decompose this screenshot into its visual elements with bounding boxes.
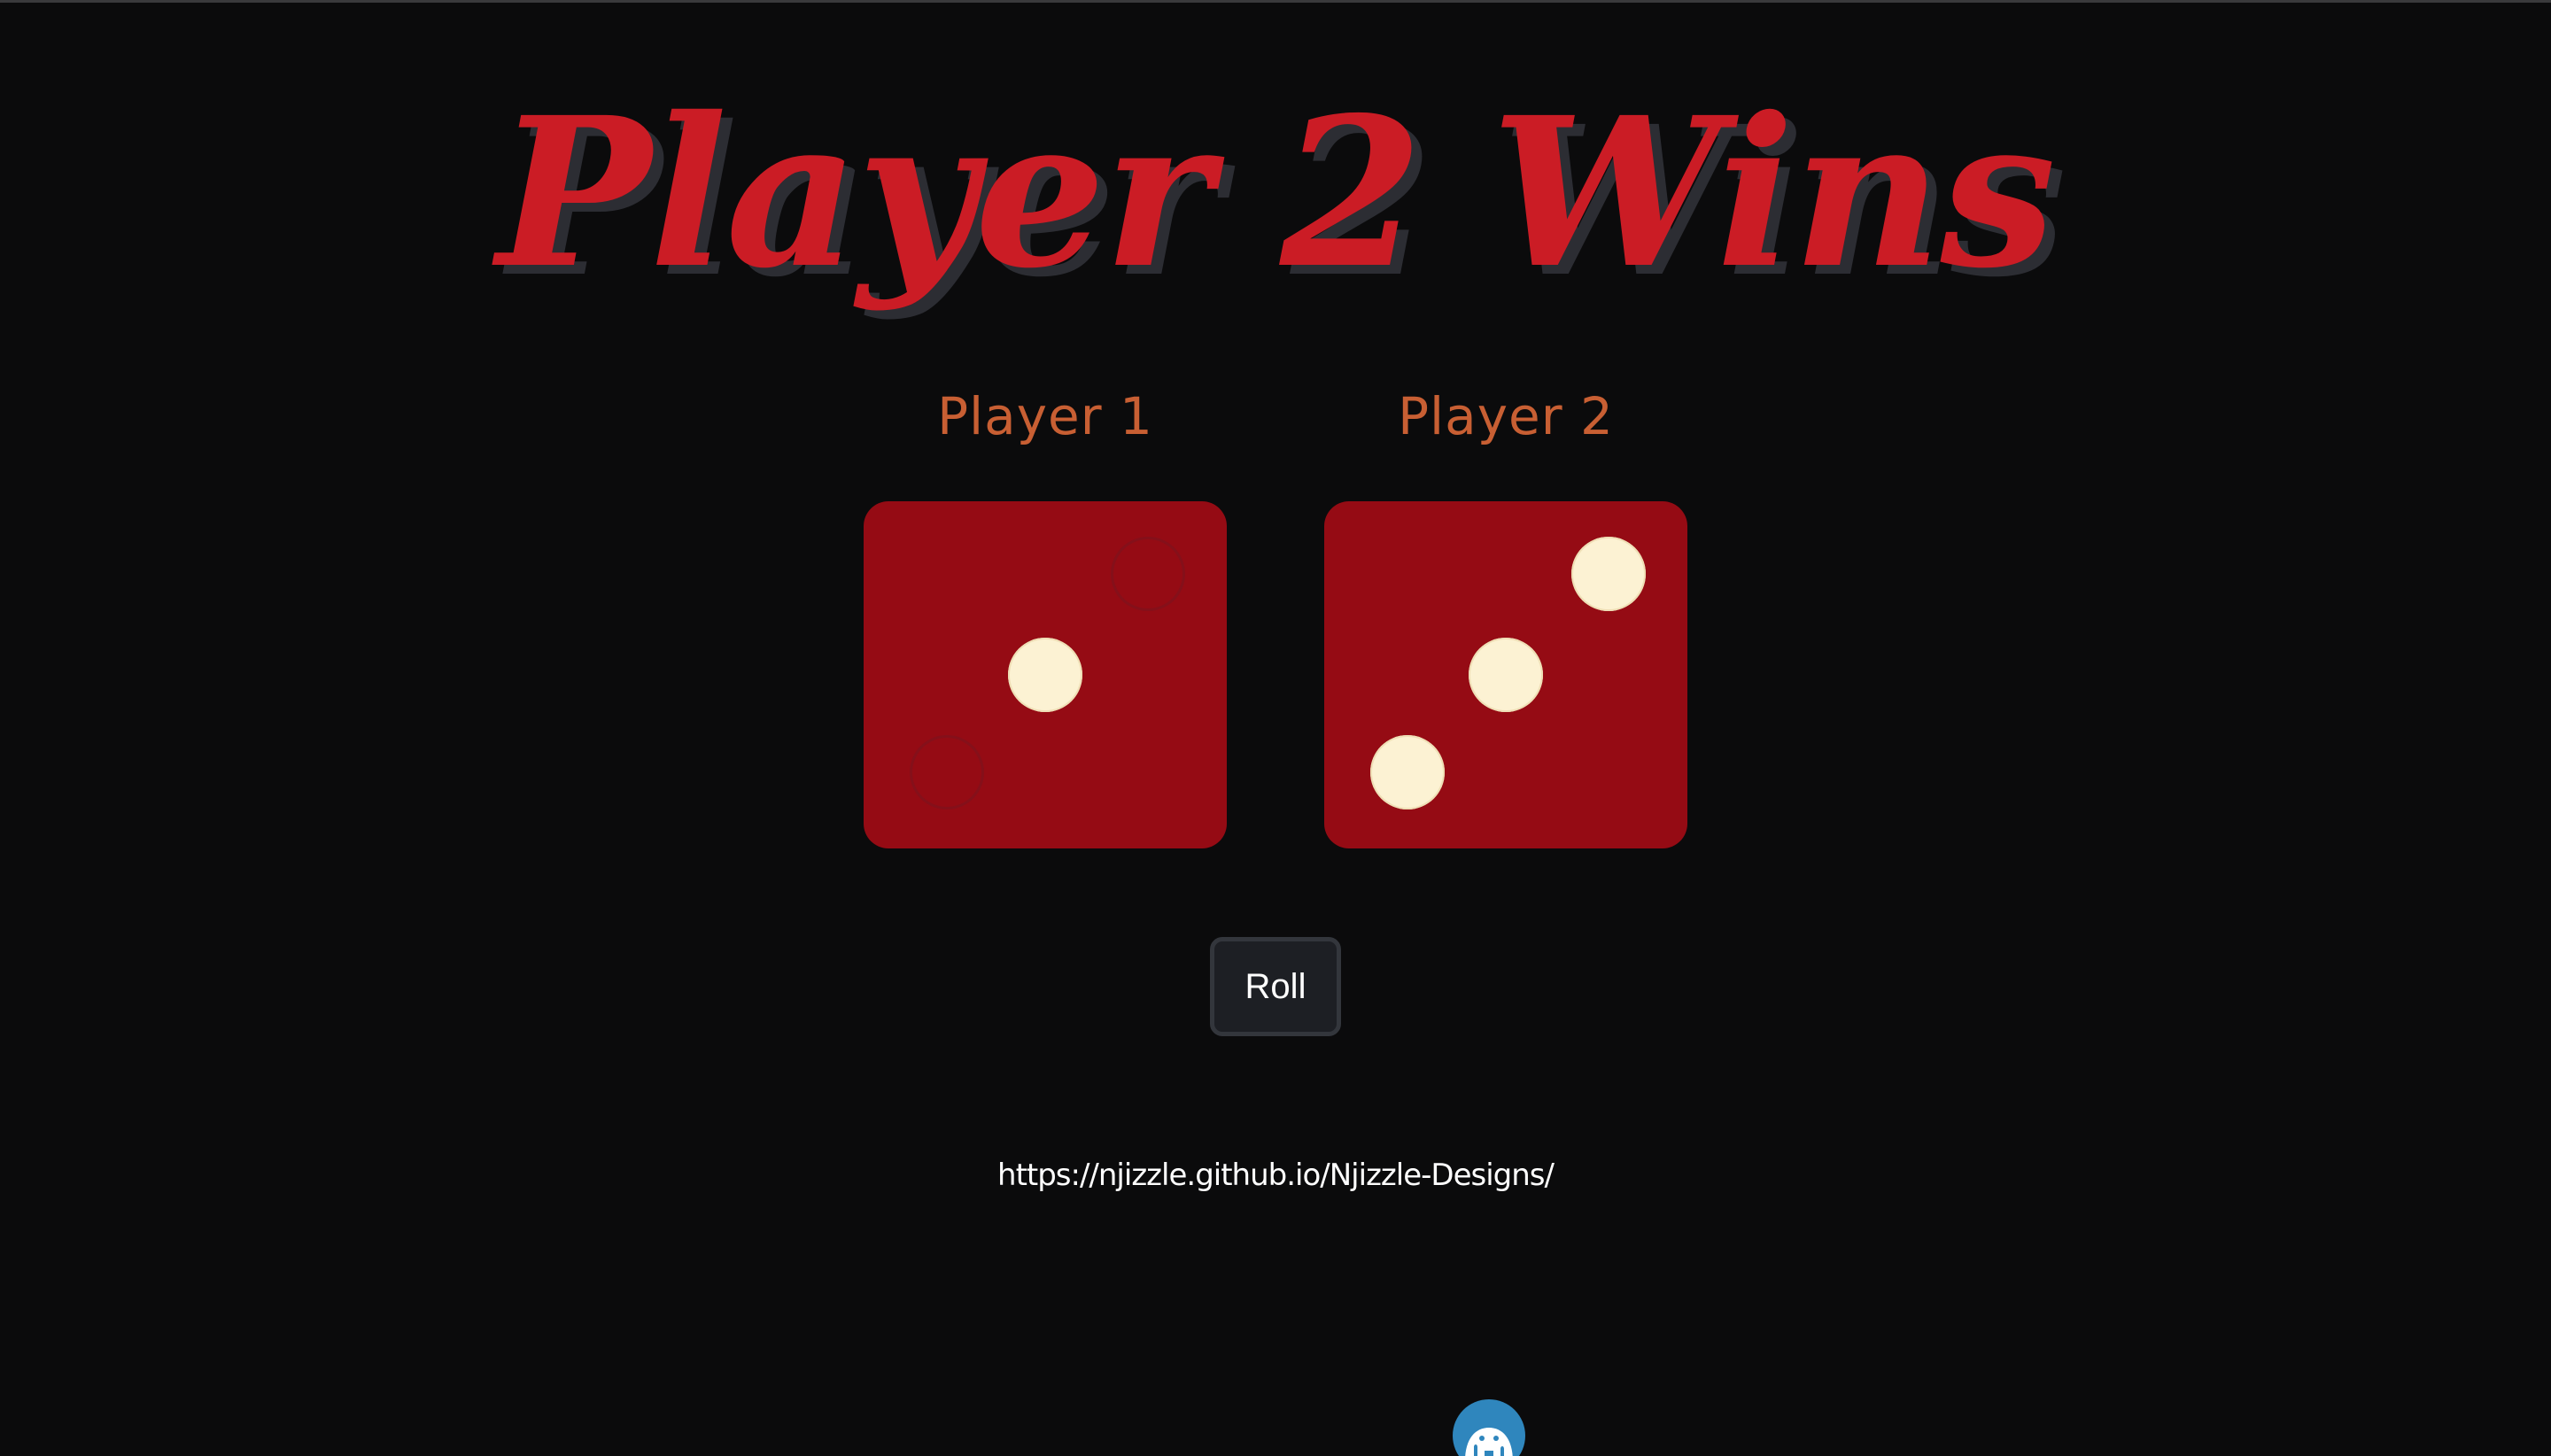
die-pip [1571,537,1646,611]
die-pip [1008,638,1082,712]
player-2-die [1324,501,1687,848]
roll-button[interactable]: Roll [1210,937,1341,1036]
die-pip [1469,638,1543,712]
die-pip [1370,735,1445,809]
page-title: Player 2 Wins [496,72,2056,314]
player-1-label: Player 1 [937,386,1153,446]
player-2-label: Player 2 [1398,386,1614,446]
top-border [0,0,2551,3]
credit-link[interactable]: https://njizzle.github.io/Njizzle-Design… [0,1153,2551,1197]
die-pip-faint [1111,537,1185,611]
die-pip-faint [910,735,984,809]
elephant-icon[interactable] [1453,1399,1525,1456]
player-1-die [864,501,1227,848]
